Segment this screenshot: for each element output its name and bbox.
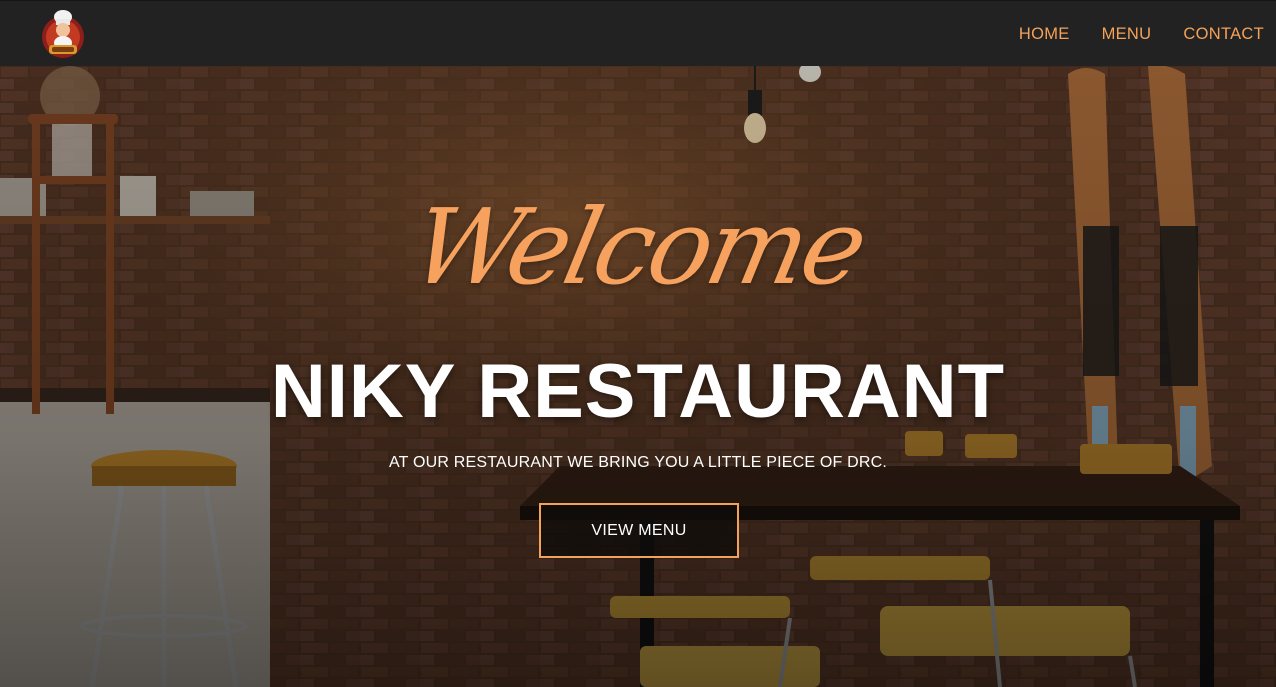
hero-content: Welcome NIKY RESTAURANT AT OUR RESTAURAN… <box>0 66 1276 687</box>
restaurant-logo[interactable] <box>38 7 88 59</box>
nav-home-link[interactable]: HOME <box>1019 25 1070 44</box>
nav-links: HOME MENU CONTACT <box>987 1 1264 67</box>
nav-contact-link[interactable]: CONTACT <box>1183 25 1264 44</box>
restaurant-name-heading: NIKY RESTAURANT <box>270 349 1006 434</box>
hero-section: Welcome NIKY RESTAURANT AT OUR RESTAURAN… <box>0 66 1276 687</box>
view-menu-button[interactable]: VIEW MENU <box>539 503 739 558</box>
hero-tagline: AT OUR RESTAURANT WE BRING YOU A LITTLE … <box>388 454 888 471</box>
welcome-script-heading: Welcome <box>401 186 875 308</box>
top-navbar: HOME MENU CONTACT <box>0 0 1276 66</box>
nav-menu-link[interactable]: MENU <box>1102 25 1152 44</box>
